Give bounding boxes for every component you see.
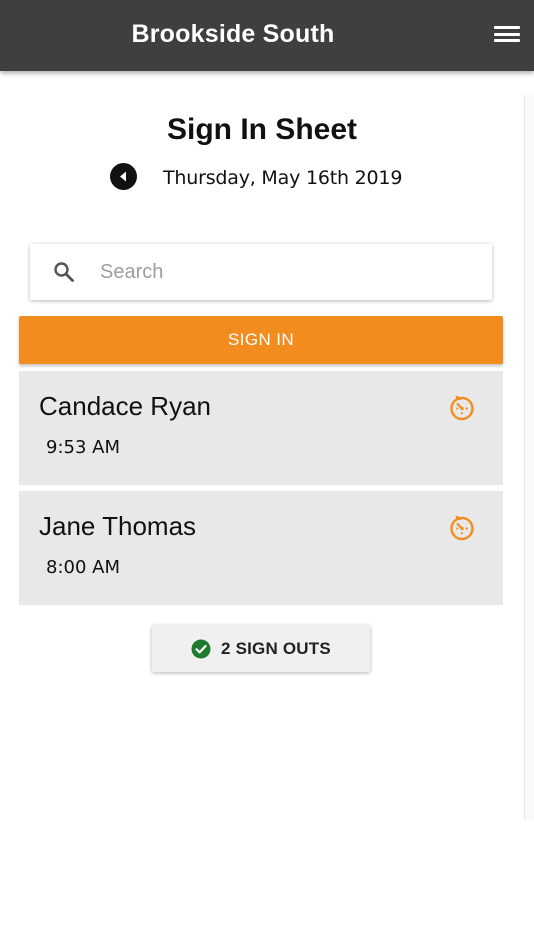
hamburger-menu-icon[interactable]	[494, 23, 520, 45]
entry-time: 9:53 AM	[46, 437, 120, 458]
sign-outs-label: 2 SIGN OUTS	[221, 639, 331, 658]
timer-icon[interactable]	[448, 514, 476, 542]
sign-outs-button[interactable]: 2 SIGN OUTS	[152, 625, 370, 672]
check-circle-icon	[191, 639, 211, 659]
menu-line	[494, 32, 520, 36]
timer-icon[interactable]	[448, 394, 476, 422]
search-icon	[54, 262, 74, 282]
current-date: Thursday, May 16th 2019	[163, 167, 403, 189]
entry-name: Jane Thomas	[39, 511, 197, 541]
entry-name: Candace Ryan	[39, 391, 211, 421]
sign-in-button[interactable]: SIGN IN	[19, 316, 503, 364]
previous-day-button[interactable]	[110, 163, 137, 190]
app-bar: Brookside South	[0, 0, 534, 71]
search-bar	[30, 244, 492, 300]
back-arrow-icon	[120, 171, 126, 182]
list-item[interactable]: Jane Thomas 8:00 AM	[19, 491, 503, 605]
list-item[interactable]: Candace Ryan 9:53 AM	[19, 371, 503, 485]
app-title: Brookside South	[131, 20, 335, 48]
menu-line	[494, 26, 520, 29]
page-title: Sign In Sheet	[166, 113, 358, 146]
date-navigator: Thursday, May 16th 2019	[0, 160, 524, 194]
search-input[interactable]	[100, 252, 470, 292]
menu-line	[494, 39, 520, 42]
scrollbar[interactable]	[524, 95, 534, 820]
entry-time: 8:00 AM	[46, 557, 120, 578]
